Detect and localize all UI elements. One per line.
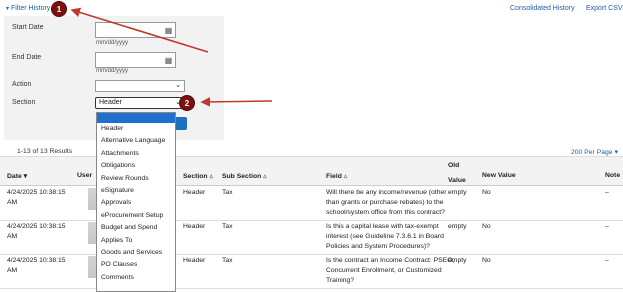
start-date-label: Start Date (12, 24, 44, 31)
row-field-line1: Is the contract an Income Contract: PSEO… (326, 257, 455, 264)
filter-history-label: Filter History (11, 5, 51, 12)
section-select-value: Header (99, 99, 122, 106)
chevron-down-icon: ▾ (614, 149, 618, 156)
action-select[interactable]: ⌄ (95, 80, 185, 92)
table-row: 4/24/2025 10:38:15 AM Header Tax Will the… (0, 186, 623, 221)
sort-desc-icon: ▾ (23, 173, 28, 180)
dropdown-option-applies-to[interactable]: Applies To (97, 235, 175, 247)
row-new-value: No (482, 189, 491, 196)
section-select[interactable]: Header ⌄ (95, 97, 185, 109)
row-date-line1: 4/24/2025 10:38:15 (7, 223, 66, 230)
dropdown-option-review-rounds[interactable]: Review Rounds (97, 173, 175, 185)
row-new-value: No (482, 257, 491, 264)
per-page-selector[interactable]: 200 Per Page ▾ (571, 148, 618, 156)
sort-icon: ▵ (343, 173, 348, 180)
row-old-value: empty (448, 189, 467, 196)
row-date-line2: AM (7, 233, 18, 240)
column-header-note[interactable]: Note (605, 172, 620, 179)
row-new-value: No (482, 223, 491, 230)
section-label: Section (12, 99, 36, 106)
end-date-hint: mm/dd/yyyy (96, 68, 129, 74)
date-header-label: Date (7, 173, 22, 180)
start-date-input[interactable] (95, 22, 163, 38)
calendar-icon[interactable]: ▦ (162, 52, 176, 68)
row-note: – (605, 223, 609, 230)
row-subsection: Tax (222, 257, 233, 264)
row-field-line2: interest (see Guideline 7.3.6.1 in Board (326, 233, 444, 240)
table-row: 4/24/2025 10:38:15 AM Header Tax Is the c… (0, 254, 623, 289)
section-dropdown-list[interactable]: Header Alternative Language Attachments … (96, 112, 176, 292)
per-page-label: 200 Per Page (571, 149, 613, 156)
row-field-line3: Training? (326, 277, 355, 284)
chevron-down-icon: ▾ (6, 6, 10, 12)
dropdown-highlight-option[interactable] (97, 113, 175, 123)
field-header-label: Field (326, 173, 342, 180)
row-field-line3: Policies and System Procedures)? (326, 243, 430, 250)
row-note: – (605, 257, 609, 264)
row-field: Is this a capital lease with tax-exempt i… (326, 222, 444, 252)
row-date-line2: AM (7, 199, 18, 206)
row-field-line3: school/system office from this contract? (326, 209, 445, 216)
dropdown-option-eprocurement-setup[interactable]: eProcurement Setup (97, 210, 175, 222)
column-header-date[interactable]: Date ▾ (7, 172, 27, 180)
sort-icon: ▵ (209, 173, 213, 180)
row-field: Is the contract an Income Contract: PSEO… (326, 256, 454, 286)
end-date-input[interactable] (95, 52, 163, 68)
row-section: Header (183, 189, 206, 196)
column-header-new-value[interactable]: New Value (482, 172, 516, 179)
row-date-line1: 4/24/2025 10:38:15 (7, 189, 66, 196)
dropdown-option-goods-and-services[interactable]: Goods and Services (97, 247, 175, 259)
row-field-line2: than grants or purchase rebates) to the (326, 199, 444, 206)
row-date: 4/24/2025 10:38:15 AM (7, 222, 66, 242)
column-header-field[interactable]: Field ▵ (326, 172, 347, 180)
start-date-hint: mm/dd/yyyy (96, 40, 129, 46)
calendar-icon[interactable]: ▦ (162, 22, 176, 38)
row-old-value: empty (448, 223, 467, 230)
column-header-subsection[interactable]: Sub Section ▵ (222, 172, 267, 180)
subsection-header-label: Sub Section (222, 173, 262, 180)
old-value-header-line2: Value (448, 177, 466, 184)
row-section: Header (183, 223, 206, 230)
annotation-badge-2: 2 (179, 95, 195, 111)
row-date: 4/24/2025 10:38:15 AM (7, 256, 66, 276)
row-field-line1: Is this a capital lease with tax-exempt (326, 223, 439, 230)
column-header-section[interactable]: Section ▵ (183, 172, 213, 180)
results-count: 1-13 of 13 Results (17, 148, 73, 155)
row-subsection: Tax (222, 189, 233, 196)
table-header: Date ▾ User Section ▵ Sub Section ▵ Fiel… (0, 156, 623, 186)
row-field: Will there be any income/revenue (other t… (326, 188, 447, 218)
row-date-line2: AM (7, 267, 18, 274)
row-section: Header (183, 257, 206, 264)
dropdown-option-budget-and-spend[interactable]: Budget and Spend (97, 222, 175, 234)
row-date: 4/24/2025 10:38:15 AM (7, 188, 66, 208)
row-date-line1: 4/24/2025 10:38:15 (7, 257, 66, 264)
dropdown-option-header[interactable]: Header (97, 123, 175, 135)
dropdown-option-esignature[interactable]: eSignature (97, 185, 175, 197)
dropdown-option-comments[interactable]: Comments (97, 272, 175, 284)
filter-history-toggle[interactable]: ▾ Filter History (6, 5, 50, 12)
dropdown-option-po-clauses[interactable]: PO Clauses (97, 259, 175, 271)
table-row: 4/24/2025 10:38:15 AM Header Tax Is this … (0, 220, 623, 255)
action-label: Action (12, 81, 32, 88)
old-value-header-line1: Old (448, 162, 460, 169)
sort-icon: ▵ (263, 173, 267, 180)
dropdown-option-approvals[interactable]: Approvals (97, 197, 175, 209)
dropdown-option-alternative-language[interactable]: Alternative Language (97, 135, 175, 147)
dropdown-option-obligations[interactable]: Obligations (97, 160, 175, 172)
column-header-old-value[interactable]: Old Value (448, 162, 466, 184)
section-header-label: Section (183, 173, 208, 180)
row-subsection: Tax (222, 223, 233, 230)
row-field-line1: Will there be any income/revenue (other (326, 189, 447, 196)
column-header-user[interactable]: User (77, 172, 92, 179)
row-note: – (605, 189, 609, 196)
end-date-label: End Date (12, 54, 42, 61)
row-old-value: empty (448, 257, 467, 264)
dropdown-option-attachments[interactable]: Attachments (97, 148, 175, 160)
chevron-down-icon: ⌄ (175, 82, 181, 89)
row-field-line2: Concurrent Enrollment, or Customized (326, 267, 442, 274)
annotation-badge-1: 1 (51, 1, 67, 17)
consolidated-history-link[interactable]: Consolidated History (510, 5, 575, 12)
export-csv-link[interactable]: Export CSV (586, 5, 623, 12)
